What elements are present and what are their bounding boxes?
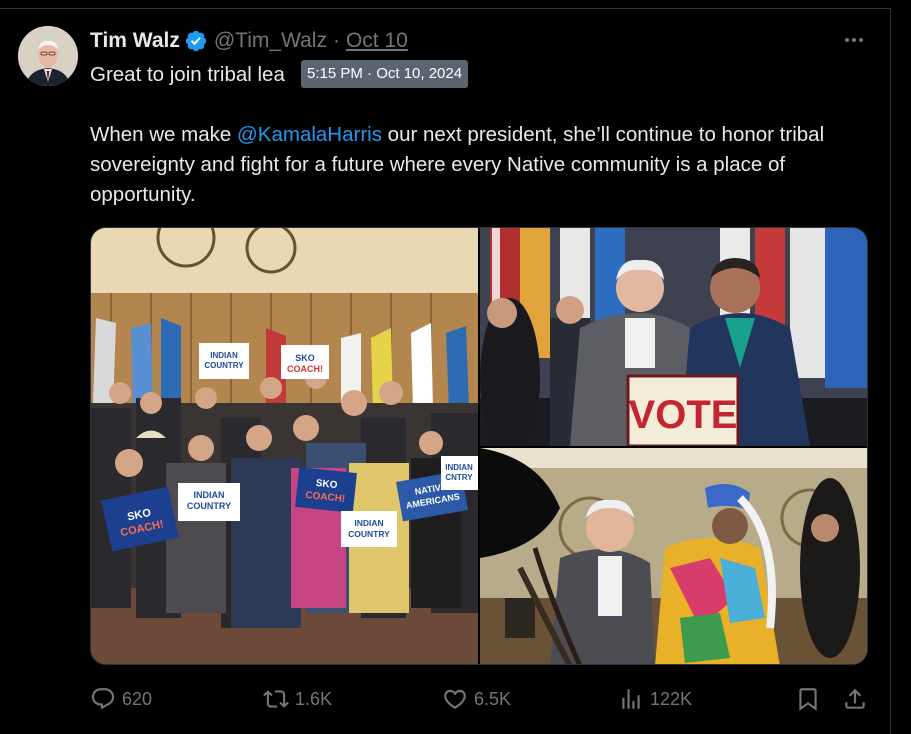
tweet-text-line2-prefix: When we make (90, 123, 237, 146)
svg-text:INDIAN: INDIAN (194, 490, 225, 500)
bookmark-icon (799, 688, 817, 711)
tweet-header: Tim Walz @Tim_Walz · Oct 10 (90, 28, 408, 54)
views-button[interactable]: 122K (618, 684, 692, 714)
svg-text:INDIAN: INDIAN (445, 463, 473, 472)
repost-icon (263, 690, 289, 708)
share-icon (845, 688, 865, 709)
author-handle[interactable]: @Tim_Walz (214, 29, 327, 53)
svg-text:COACH!: COACH! (287, 364, 323, 374)
repost-button[interactable]: 1.6K (263, 684, 332, 714)
heart-icon (444, 689, 466, 709)
reply-icon (91, 688, 115, 710)
bookmark-button[interactable] (795, 684, 821, 714)
timestamp-tooltip: 5:15 PM · Oct 10, 2024 (301, 60, 469, 88)
mention-link[interactable]: @KamalaHarris (237, 123, 382, 146)
reply-button[interactable]: 620 (90, 684, 152, 714)
author-name[interactable]: Tim Walz (90, 29, 180, 53)
svg-text:SKO: SKO (295, 353, 315, 363)
tweet-actions: 620 1.6K 6.5K 122K (90, 684, 870, 714)
tweet-text: Great to join tribal lea When we make @K… (90, 60, 870, 210)
verified-badge-icon (185, 30, 207, 52)
photo-group[interactable]: INDIAN COUNTRY SKO COACH! SKO COACH! IND… (91, 228, 478, 664)
like-count: 6.5K (474, 688, 512, 709)
more-options-icon[interactable] (842, 30, 866, 50)
views-count: 122K (650, 688, 693, 709)
share-button[interactable] (842, 684, 868, 714)
svg-text:COUNTRY: COUNTRY (187, 501, 231, 511)
tweet-text-line1: Great to join tribal lea (90, 63, 285, 86)
media-grid: INDIAN COUNTRY SKO COACH! SKO COACH! IND… (90, 227, 868, 665)
reply-count: 620 (122, 688, 153, 709)
vote-sign-text: VOTE (629, 393, 738, 437)
svg-text:COUNTRY: COUNTRY (348, 529, 390, 539)
svg-text:SKO: SKO (315, 478, 338, 491)
views-icon (622, 689, 640, 709)
like-button[interactable]: 6.5K (442, 684, 511, 714)
photo-regalia[interactable] (480, 448, 867, 664)
svg-text:CNTRY: CNTRY (445, 473, 473, 482)
tweet-date-link[interactable]: Oct 10 (346, 29, 408, 53)
separator: · (332, 29, 340, 52)
photo-vote[interactable]: VOTE (480, 228, 867, 446)
avatar[interactable] (18, 26, 78, 86)
svg-text:COUNTRY: COUNTRY (204, 361, 244, 370)
svg-text:INDIAN: INDIAN (354, 518, 383, 528)
repost-count: 1.6K (295, 688, 333, 709)
svg-text:INDIAN: INDIAN (210, 351, 238, 360)
